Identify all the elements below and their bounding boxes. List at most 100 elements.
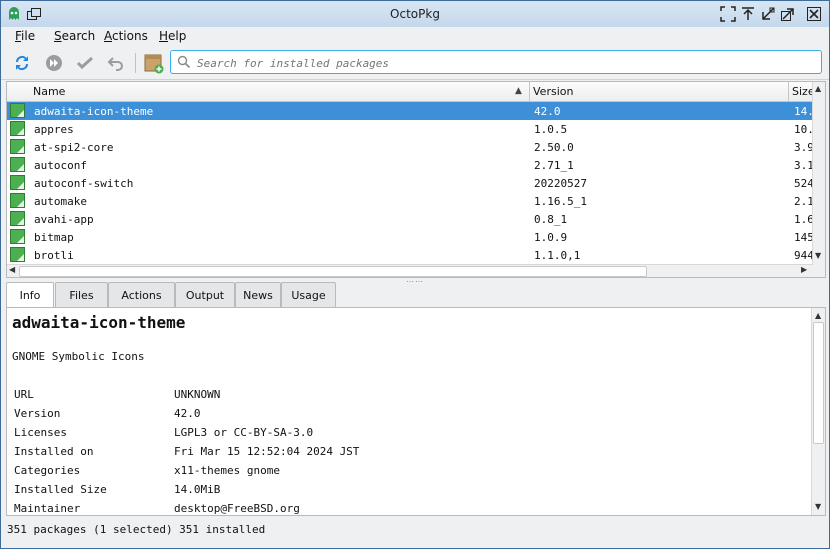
- scroll-left-arrow-icon[interactable]: ◀: [9, 265, 15, 274]
- tab-output[interactable]: Output: [175, 282, 235, 307]
- table-row[interactable]: adwaita-icon-theme 42.0 14.: [7, 102, 814, 120]
- maximize-icon[interactable]: [780, 6, 796, 22]
- toolbar: [1, 47, 829, 80]
- info-field-key: Licenses: [14, 426, 67, 439]
- horizontal-scroll-thumb[interactable]: [19, 266, 647, 277]
- search-box[interactable]: [170, 50, 822, 74]
- info-field-value: 42.0: [174, 407, 201, 420]
- column-header-name[interactable]: Name: [33, 85, 65, 98]
- package-install-icon[interactable]: [143, 52, 165, 74]
- table-row[interactable]: automake 1.16.5_1 2.1: [7, 192, 814, 210]
- menu-search[interactable]: Search: [54, 29, 95, 43]
- installed-package-icon: [10, 157, 25, 172]
- undo-icon[interactable]: [105, 52, 127, 74]
- table-header: Name ▲ Version Size: [7, 82, 815, 102]
- installed-package-icon: [10, 229, 25, 244]
- package-size-cell: 3.1: [794, 159, 814, 172]
- column-divider[interactable]: [788, 82, 789, 101]
- package-name-cell: adwaita-icon-theme: [34, 105, 154, 118]
- tab-usage[interactable]: Usage: [281, 282, 336, 307]
- package-size-cell: 3.9: [794, 141, 814, 154]
- vertical-scroll-thumb[interactable]: [813, 322, 824, 444]
- info-field-key: Installed Size: [14, 483, 107, 496]
- menu-help[interactable]: Help: [159, 29, 186, 43]
- search-icon: [177, 55, 191, 72]
- table-row[interactable]: autoconf 2.71_1 3.1: [7, 156, 814, 174]
- tab-actions[interactable]: Actions: [108, 282, 175, 307]
- package-version-cell: 1.0.5: [534, 123, 568, 136]
- info-field-key: Categories: [14, 464, 81, 477]
- table-row[interactable]: at-spi2-core 2.50.0 3.9: [7, 138, 814, 156]
- table-row[interactable]: avahi-app 0.8_1 1.6: [7, 210, 814, 228]
- close-icon[interactable]: [806, 6, 822, 22]
- package-size-cell: 2.1: [794, 195, 814, 208]
- info-field-value: LGPL3 or CC-BY-SA-3.0: [174, 426, 314, 439]
- sort-ascending-icon: ▲: [515, 86, 522, 96]
- table-horizontal-scrollbar[interactable]: ◀ ▶: [7, 264, 813, 277]
- package-version-cell: 42.0: [534, 105, 561, 118]
- toolbar-separator: [135, 53, 136, 73]
- package-name-cell: appres: [34, 123, 74, 136]
- scroll-right-arrow-icon[interactable]: ▶: [801, 265, 807, 274]
- menu-actions[interactable]: Actions: [104, 29, 148, 43]
- title-bar: OctoPkg: [1, 1, 829, 28]
- info-field: Licenses LGPL3 or CC-BY-SA-3.0: [14, 426, 313, 439]
- scroll-down-arrow-icon[interactable]: ▼: [815, 251, 821, 260]
- sync-icon[interactable]: [11, 52, 33, 74]
- column-divider[interactable]: [529, 82, 530, 101]
- menu-file[interactable]: File: [15, 29, 35, 43]
- installed-package-icon: [10, 103, 25, 118]
- package-size-cell: 10.: [794, 123, 814, 136]
- installed-package-icon: [10, 121, 25, 136]
- package-size-cell: 145: [794, 231, 814, 244]
- tab-info[interactable]: Info: [6, 282, 54, 308]
- package-version-cell: 1.1.0,1: [534, 249, 581, 262]
- info-field-value: desktop@FreeBSD.org: [174, 502, 300, 515]
- info-panel: adwaita-icon-theme GNOME Symbolic Icons …: [6, 307, 826, 516]
- package-name-cell: autoconf: [34, 159, 87, 172]
- info-field-key: Maintainer: [14, 502, 81, 515]
- package-version-cell: 1.0.9: [534, 231, 568, 244]
- info-field: Maintainer desktop@FreeBSD.org: [14, 502, 300, 515]
- tab-files[interactable]: Files: [55, 282, 108, 307]
- package-version-cell: 2.71_1: [534, 159, 574, 172]
- minimize-icon[interactable]: [760, 6, 776, 22]
- scroll-down-arrow-icon[interactable]: ▼: [815, 502, 821, 511]
- info-field-value: UNKNOWN: [174, 388, 221, 401]
- main-window: OctoPkg File Search Actions Help Search …: [0, 0, 830, 549]
- menu-bar: File Search Actions Help: [1, 27, 829, 47]
- info-field: URL UNKNOWN: [14, 388, 220, 401]
- package-size-cell: 944: [794, 249, 814, 262]
- scroll-up-arrow-icon[interactable]: ▲: [815, 311, 821, 320]
- table-row[interactable]: appres 1.0.5 10.: [7, 120, 814, 138]
- package-size-cell: 14.: [794, 105, 814, 118]
- table-row[interactable]: brotli 1.1.0,1 944: [7, 246, 814, 264]
- scroll-up-arrow-icon[interactable]: ▲: [815, 84, 821, 93]
- fullscreen-icon[interactable]: [720, 6, 736, 22]
- table-row[interactable]: autoconf-switch 20220527 524: [7, 174, 814, 192]
- package-name-cell: bitmap: [34, 231, 74, 244]
- keep-above-icon[interactable]: [740, 6, 756, 22]
- tab-news[interactable]: News: [235, 282, 281, 307]
- run-icon[interactable]: [43, 52, 65, 74]
- installed-package-icon: [10, 193, 25, 208]
- package-size-cell: 524: [794, 177, 814, 190]
- info-field: Version 42.0: [14, 407, 201, 420]
- info-field-value: 14.0MiB: [174, 483, 221, 496]
- info-field: Categories x11-themes gnome: [14, 464, 280, 477]
- info-field-key: Installed on: [14, 445, 94, 458]
- info-vertical-scrollbar[interactable]: ▲ ▼: [811, 308, 825, 515]
- window-title: OctoPkg: [390, 7, 440, 21]
- column-header-version[interactable]: Version: [533, 85, 573, 98]
- package-version-cell: 0.8_1: [534, 213, 568, 226]
- commit-icon[interactable]: [74, 52, 96, 74]
- installed-package-icon: [10, 247, 25, 262]
- table-row[interactable]: bitmap 1.0.9 145: [7, 228, 814, 246]
- package-name-cell: at-spi2-core: [34, 141, 114, 154]
- package-description: GNOME Symbolic Icons: [12, 350, 145, 363]
- package-version-cell: 2.50.0: [534, 141, 574, 154]
- package-name-cell: autoconf-switch: [34, 177, 134, 190]
- search-input[interactable]: [195, 53, 799, 73]
- table-vertical-scrollbar[interactable]: ▲ ▼: [812, 82, 825, 277]
- package-name-cell: brotli: [34, 249, 74, 262]
